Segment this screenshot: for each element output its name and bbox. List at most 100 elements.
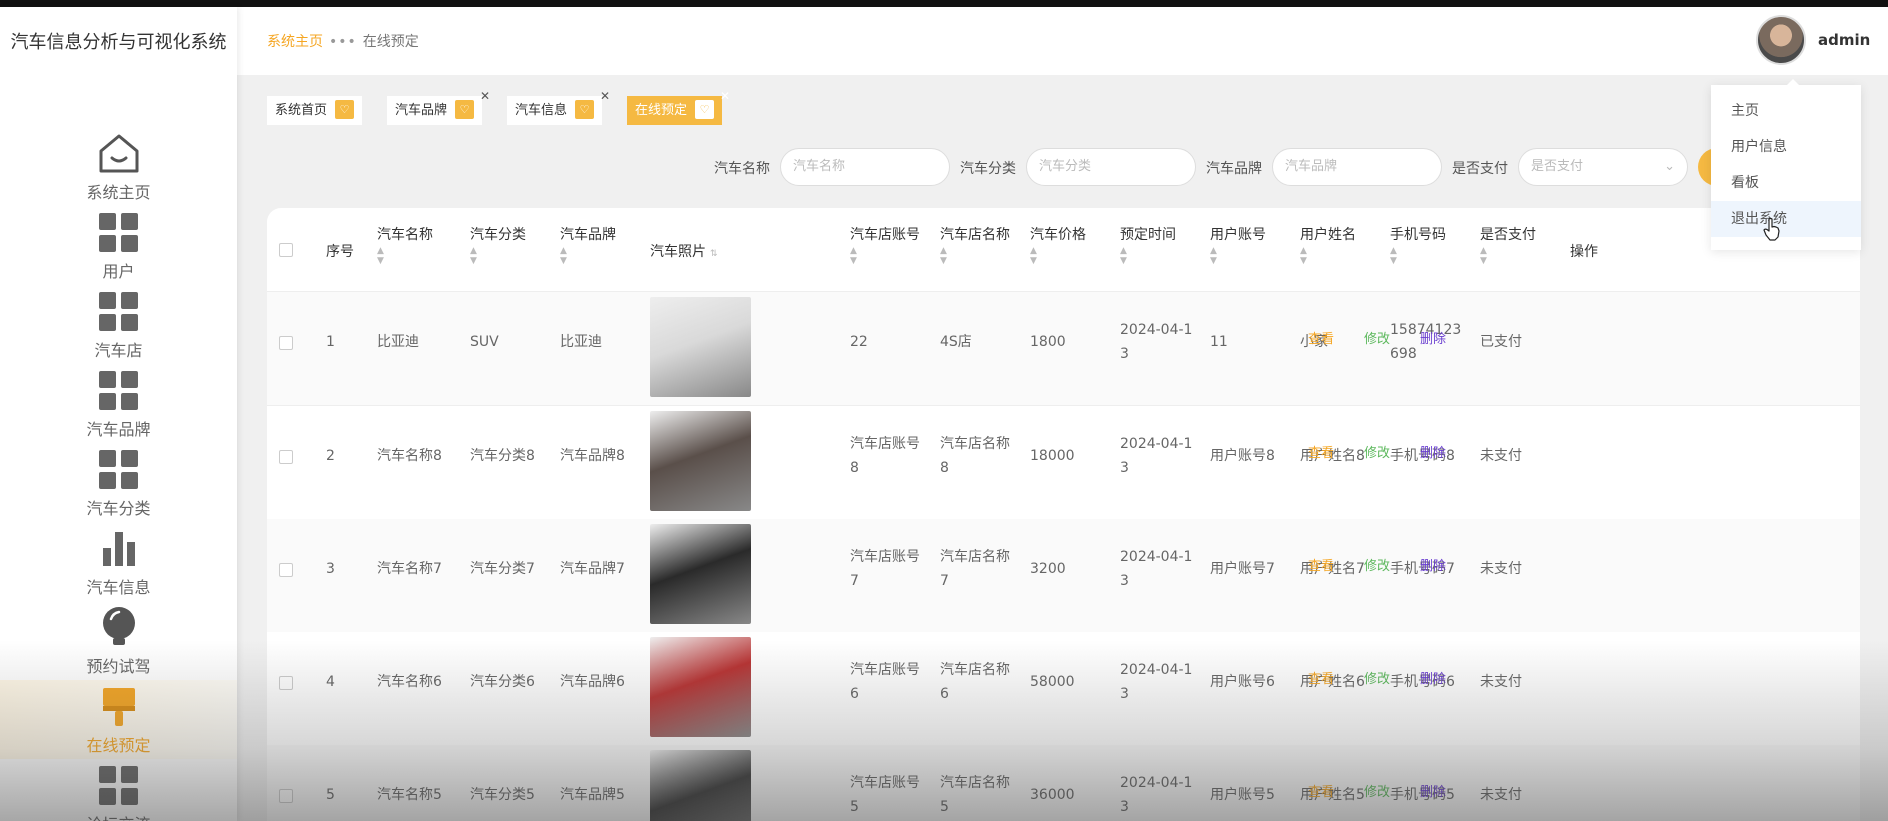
sidebar-item-users[interactable]: 用户 — [0, 206, 237, 285]
delete-button[interactable]: 删除 — [1420, 668, 1446, 687]
user-menu-item-logout[interactable]: 退出系统 — [1711, 201, 1861, 237]
col-header-car-name[interactable]: 汽车名称 ▲ ▼ — [377, 224, 433, 266]
table-row: 5 汽车名称5 汽车分类5 汽车品牌5 汽车店账号5 汽车店名称5 36000 2024-04… — [267, 745, 1860, 821]
sidebar-item-online-booking[interactable]: 在线预定 — [0, 680, 237, 759]
sort-icon[interactable]: ▲ ▼ — [560, 246, 616, 266]
sort-icon[interactable]: ▲ ▼ — [850, 246, 920, 266]
col-header-car-photo[interactable]: 汽车照片 ⇅ — [650, 241, 718, 261]
edit-button[interactable]: 修改 — [1364, 328, 1390, 347]
sidebar-item-brands[interactable]: 汽车品牌 — [0, 364, 237, 443]
cell-car-category: 汽车分类6 — [470, 674, 535, 690]
delete-button[interactable]: 删除 — [1420, 555, 1446, 574]
edit-button[interactable]: 修改 — [1364, 668, 1390, 687]
delete-button[interactable]: 删除 — [1420, 781, 1446, 800]
cell-car-brand: 汽车品牌7 — [560, 561, 625, 577]
user-menu-item-dashboard[interactable]: 看板 — [1711, 165, 1861, 201]
tab-online-booking[interactable]: 在线预定 ♡ ✕ — [627, 90, 730, 125]
row-checkbox[interactable] — [279, 336, 293, 350]
col-header-paid[interactable]: 是否支付 ▲ ▼ — [1480, 224, 1536, 266]
view-button[interactable]: 查看 — [1308, 442, 1334, 461]
col-header-user-account[interactable]: 用户账号 ▲ ▼ — [1210, 224, 1266, 266]
username[interactable]: admin — [1818, 31, 1870, 49]
cell-store-account: 汽车店账号6 — [850, 662, 920, 702]
table-row: 2 汽车名称8 汽车分类8 汽车品牌8 汽车店账号8 汽车店名称8 18000 2024-04… — [267, 406, 1860, 520]
cell-booking-time: 2024-04-13 — [1120, 775, 1193, 815]
user-menu-item-profile[interactable]: 用户信息 — [1711, 129, 1861, 165]
cell-store-account: 汽车店账号5 — [850, 775, 920, 815]
car-photo — [650, 524, 751, 624]
view-button[interactable]: 查看 — [1308, 328, 1334, 347]
sidebar-item-label: 系统主页 — [86, 183, 151, 202]
cell-store-account: 汽车店账号7 — [850, 549, 920, 589]
edit-button[interactable]: 修改 — [1364, 442, 1390, 461]
edit-button[interactable]: 修改 — [1364, 781, 1390, 800]
tab-car-info[interactable]: 汽车信息 ♡ ✕ — [507, 90, 610, 125]
cell-booking-time: 2024-04-13 — [1120, 662, 1193, 702]
cell-price: 3200 — [1030, 561, 1066, 577]
cell-paid: 未支付 — [1480, 561, 1522, 577]
cell-car-name: 汽车名称8 — [377, 448, 442, 464]
col-header-label: 预定时间 — [1120, 227, 1176, 243]
cell-price: 58000 — [1030, 674, 1075, 690]
sort-icon[interactable]: ▲ ▼ — [1300, 246, 1356, 266]
col-header-phone[interactable]: 手机号码 ▲ ▼ — [1390, 224, 1446, 266]
cell-user-account: 用户账号8 — [1210, 448, 1275, 464]
search-input-car-name[interactable]: 汽车名称 — [780, 148, 950, 186]
view-button[interactable]: 查看 — [1308, 555, 1334, 574]
sort-icon[interactable]: ▲ ▼ — [470, 246, 526, 266]
close-icon[interactable]: ✕ — [600, 90, 610, 102]
col-header-car-brand[interactable]: 汽车品牌 ▲ ▼ — [560, 224, 616, 266]
col-header-label: 用户姓名 — [1300, 227, 1356, 243]
cell-car-name: 汽车名称5 — [377, 787, 442, 803]
sidebar-item-forum[interactable]: 论坛交流 — [0, 759, 237, 821]
col-header-car-category[interactable]: 汽车分类 ▲ ▼ — [470, 224, 526, 266]
search-input-car-category[interactable]: 汽车分类 — [1026, 148, 1196, 186]
row-checkbox[interactable] — [279, 789, 293, 803]
grid-icon — [97, 763, 141, 807]
sort-icon[interactable]: ▲ ▼ — [1210, 246, 1266, 266]
search-label-paid: 是否支付 — [1452, 161, 1508, 177]
col-header-store-name[interactable]: 汽车店名称 ▲ ▼ — [940, 224, 1010, 266]
col-header-price[interactable]: 汽车价格 ▲ ▼ — [1030, 224, 1086, 266]
heart-icon: ♡ — [455, 100, 475, 119]
tab-label: 系统首页 — [275, 103, 328, 118]
sidebar-item-label: 汽车信息 — [86, 578, 151, 597]
sidebar-item-test-drive[interactable]: 预约试驾 — [0, 601, 237, 680]
col-header-booking-time[interactable]: 预定时间 ▲ ▼ — [1120, 224, 1176, 266]
view-button[interactable]: 查看 — [1308, 668, 1334, 687]
row-checkbox[interactable] — [279, 450, 293, 464]
row-checkbox[interactable] — [279, 563, 293, 577]
sort-icon[interactable]: ▲ ▼ — [940, 246, 1010, 266]
col-header-store-account[interactable]: 汽车店账号 ▲ ▼ — [850, 224, 920, 266]
cell-no: 4 — [326, 674, 335, 690]
sort-icon[interactable]: ▲ ▼ — [377, 246, 433, 266]
sort-icon[interactable]: ▲ ▼ — [1390, 246, 1446, 266]
select-all-checkbox[interactable] — [279, 243, 293, 257]
view-button[interactable]: 查看 — [1308, 781, 1334, 800]
avatar[interactable] — [1756, 15, 1806, 65]
sidebar-item-home[interactable]: 系统主页 — [0, 127, 237, 206]
edit-button[interactable]: 修改 — [1364, 555, 1390, 574]
sort-icon[interactable]: ▲ ▼ — [1480, 246, 1536, 266]
delete-button[interactable]: 删除 — [1420, 328, 1446, 347]
sidebar-item-car-info[interactable]: 汽车信息 — [0, 522, 237, 601]
search-input-car-brand[interactable]: 汽车品牌 — [1272, 148, 1442, 186]
cell-no: 5 — [326, 787, 335, 803]
sidebar-item-categories[interactable]: 汽车分类 — [0, 443, 237, 522]
col-header-user-name[interactable]: 用户姓名 ▲ ▼ — [1300, 224, 1356, 266]
sort-icon[interactable]: ▲ ▼ — [1120, 246, 1176, 266]
close-icon[interactable]: ✕ — [720, 90, 730, 102]
delete-button[interactable]: 删除 — [1420, 442, 1446, 461]
row-checkbox[interactable] — [279, 676, 293, 690]
breadcrumb-home[interactable]: 系统主页 — [267, 34, 323, 50]
sidebar-item-stores[interactable]: 汽车店 — [0, 285, 237, 364]
user-menu-item-home[interactable]: 主页 — [1711, 93, 1861, 129]
tab-system-home[interactable]: 系统首页 ♡ — [267, 96, 363, 125]
bar-chart-icon — [102, 532, 135, 566]
tab-car-brand[interactable]: 汽车品牌 ♡ ✕ — [387, 90, 490, 125]
close-icon[interactable]: ✕ — [480, 90, 490, 102]
table-row: 1 比亚迪 SUV 比亚迪 22 4S店 1800 2024-04-13 11 小家 1587412… — [267, 292, 1860, 406]
sort-icon[interactable]: ⇅ — [710, 249, 718, 259]
paid-select[interactable]: 是否支付 ⌄ — [1518, 148, 1688, 186]
sort-icon[interactable]: ▲ ▼ — [1030, 246, 1086, 266]
